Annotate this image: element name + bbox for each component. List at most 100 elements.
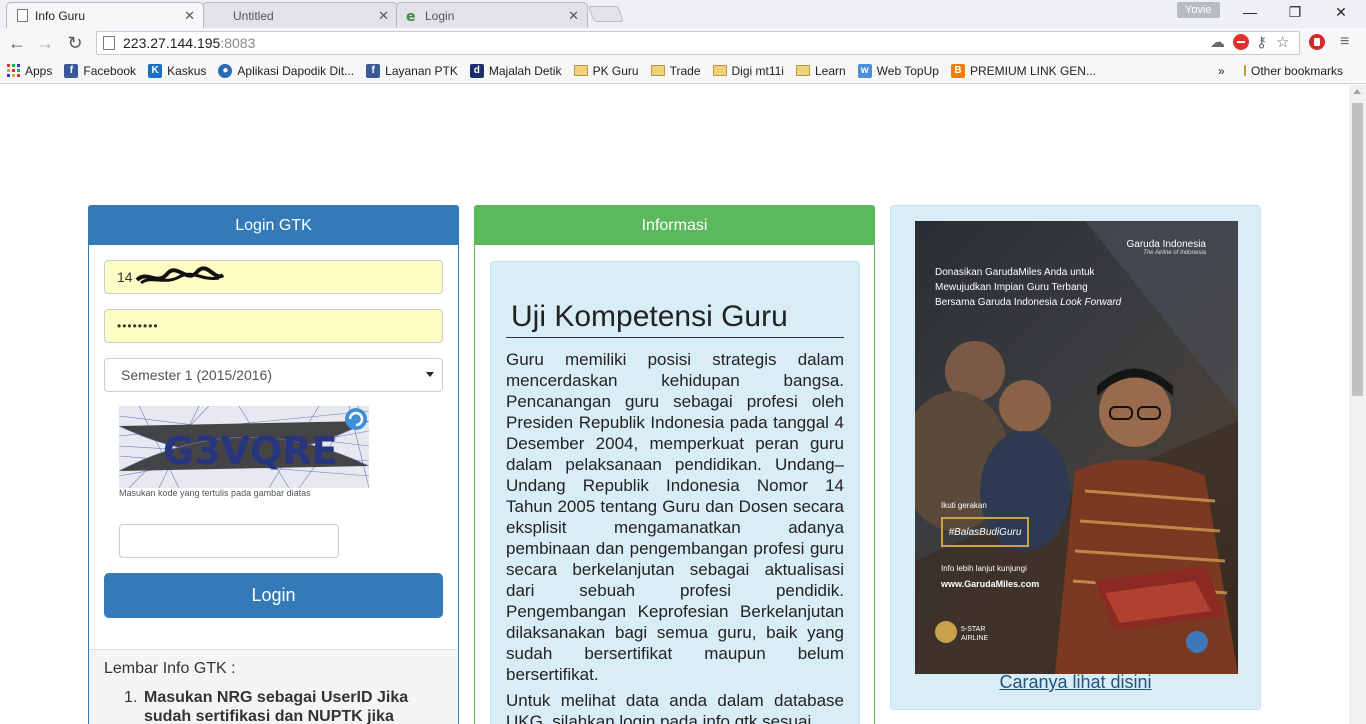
facebook-icon: f (366, 63, 381, 78)
back-arrow-icon[interactable]: ← (6, 32, 28, 54)
login-button[interactable]: Login (104, 573, 443, 618)
informasi-heading: Informasi (475, 206, 874, 245)
bookmark-digi-mt11i[interactable]: Digi mt11i (712, 63, 784, 78)
bookmark-premium-link[interactable]: B PREMIUM LINK GEN... (950, 63, 1096, 78)
facebook-icon: f (64, 63, 79, 78)
login-heading: Login GTK (89, 206, 458, 245)
caranya-link[interactable]: Caranya lihat disini (891, 672, 1260, 693)
login-panel: Login GTK 14 •••••••• Semester 1 (2015/2… (88, 205, 459, 724)
tab-untitled[interactable]: Untitled ✕ (202, 2, 398, 28)
extension-block-icon[interactable] (1232, 33, 1250, 55)
captcha-hint: Masukan kode yang tertulis pada gambar d… (119, 488, 311, 498)
captcha-input[interactable] (119, 524, 339, 558)
bookmark-apps[interactable]: Apps (6, 64, 52, 78)
captcha-text: G3VQRE (163, 429, 338, 473)
bookmarks-bar: Apps f Facebook K Kaskus ● Aplikasi Dapo… (0, 58, 1366, 84)
folder-icon (650, 65, 665, 76)
menu-icon[interactable]: ≡ (1340, 33, 1349, 51)
reload-icon[interactable]: ↻ (64, 32, 86, 54)
ad-headline-line: Bersama Garuda Indonesia (935, 297, 1058, 308)
restore-icon[interactable]: ❐ (1285, 4, 1305, 21)
folder-icon (712, 65, 727, 76)
tab-info-guru[interactable]: Info Guru ✕ (6, 2, 204, 28)
kaskus-icon: K (148, 63, 163, 78)
bookmark-facebook[interactable]: f Facebook (64, 63, 137, 78)
ad-headline-line: Donasikan GarudaMiles Anda untuk (935, 267, 1095, 278)
brand-sub: The Airline of Indonesia (1143, 250, 1206, 256)
new-tab-button[interactable] (588, 6, 624, 22)
forward-arrow-icon[interactable]: → (34, 32, 56, 54)
close-icon[interactable]: ✕ (184, 8, 195, 24)
profile-button[interactable]: Yovie (1177, 2, 1220, 18)
window-close-icon[interactable]: ✕ (1331, 4, 1351, 21)
star-airline-badge-icon (935, 621, 957, 643)
captcha-image: G3VQRE (119, 406, 369, 488)
bookmark-pk-guru[interactable]: PK Guru (573, 63, 639, 78)
bookmark-label: PREMIUM LINK GEN... (969, 63, 1096, 78)
other-bookmarks[interactable]: Other bookmarks (1244, 64, 1343, 78)
scrollbar-thumb[interactable] (1352, 103, 1363, 396)
tab-title: Info Guru (35, 8, 86, 23)
tab-login[interactable]: e Login ✕ (396, 2, 588, 28)
password-value: •••••••• (117, 319, 159, 333)
url-port: :8083 (220, 35, 256, 51)
bookmark-learn[interactable]: Learn (795, 63, 846, 78)
tab-strip: Info Guru ✕ Untitled ✕ e Login ✕ Yovie —… (0, 0, 1366, 28)
web-topup-icon: w (857, 63, 872, 78)
apps-grid-icon (6, 64, 20, 78)
ad-panel: Garuda Indonesia The Airline of Indonesi… (890, 205, 1261, 710)
bookmark-label: Majalah Detik (488, 63, 562, 78)
ad-star-label: 5-STAR AIRLINE (961, 625, 988, 643)
minimize-icon[interactable]: — (1240, 4, 1260, 20)
folder-icon (1244, 65, 1246, 76)
scroll-up-arrow-icon[interactable] (1353, 89, 1361, 94)
password-field[interactable]: •••••••• (104, 309, 443, 343)
bookmark-layanan-ptk[interactable]: f Layanan PTK (366, 63, 458, 78)
ad-info-lanjut: Info lebih lanjut kunjungi (941, 564, 1027, 573)
brand-name: Garuda Indonesia (1126, 239, 1206, 250)
bookmark-dapodik[interactable]: ● Aplikasi Dapodik Dit... (218, 63, 354, 78)
bookmark-label: Learn (814, 63, 846, 78)
bookmark-label: Digi mt11i (731, 63, 784, 78)
close-icon[interactable]: ✕ (378, 8, 389, 24)
dapodik-icon: ● (218, 63, 233, 78)
article-paragraph: Guru memiliki posisi strategis dalam men… (506, 350, 844, 684)
bookmark-majalah-detik[interactable]: d Majalah Detik (469, 63, 562, 78)
svg-text:e: e (406, 9, 416, 23)
star-label-line: AIRLINE (961, 635, 989, 642)
url-host: 223.27.144.195 (123, 35, 221, 51)
key-icon[interactable]: ⚷ (1256, 33, 1267, 51)
username-field[interactable]: 14 (104, 260, 443, 294)
bookmark-label: Facebook (83, 63, 137, 78)
adblock-icon[interactable] (1308, 33, 1326, 55)
semester-select[interactable]: Semester 1 (2015/2016) (104, 358, 443, 392)
info-gtk-title: Lembar Info GTK : (104, 660, 236, 677)
address-bar[interactable]: 223.27.144.195 :8083 (96, 31, 1300, 55)
extension-cloud-icon[interactable]: ☁ (1210, 33, 1225, 51)
semester-selected: Semester 1 (2015/2016) (121, 367, 272, 383)
ad-ikuti: Ikuti gerakan (941, 501, 987, 510)
info-item-number: 1. (124, 689, 138, 706)
informasi-panel: Informasi Uji Kompetensi Guru Guru memil… (474, 205, 875, 724)
bookmark-kaskus[interactable]: K Kaskus (148, 63, 207, 78)
bookmark-trade[interactable]: Trade (650, 64, 701, 78)
bookmark-label: PK Guru (592, 63, 639, 78)
info-item-text: Masukan NRG sebagai UserID Jika sudah se… (144, 689, 409, 724)
bookmark-label: Other bookmarks (1251, 63, 1344, 78)
page-scrollbar[interactable] (1349, 85, 1366, 724)
bookmark-label: Web TopUp (876, 63, 939, 78)
redaction-scribble (135, 266, 225, 285)
refresh-captcha-icon[interactable] (345, 408, 367, 430)
close-icon[interactable]: ✕ (568, 8, 579, 24)
bookmark-label: Kaskus (167, 63, 207, 78)
garuda-brand: Garuda Indonesia The Airline of Indonesi… (1126, 239, 1206, 256)
bookmarks-overflow-button[interactable]: » (1218, 64, 1225, 78)
bookmark-label: Apps (25, 63, 53, 78)
garuda-ad-banner[interactable]: Garuda Indonesia The Airline of Indonesi… (915, 221, 1238, 674)
star-label-line: 5-STAR (961, 626, 986, 633)
page-info-icon (103, 36, 115, 50)
bookmark-web-topup[interactable]: w Web TopUp (857, 63, 939, 78)
folder-icon (795, 65, 810, 76)
article-title: Uji Kompetensi Guru (506, 300, 844, 338)
bookmark-star-icon[interactable]: ☆ (1276, 33, 1289, 51)
